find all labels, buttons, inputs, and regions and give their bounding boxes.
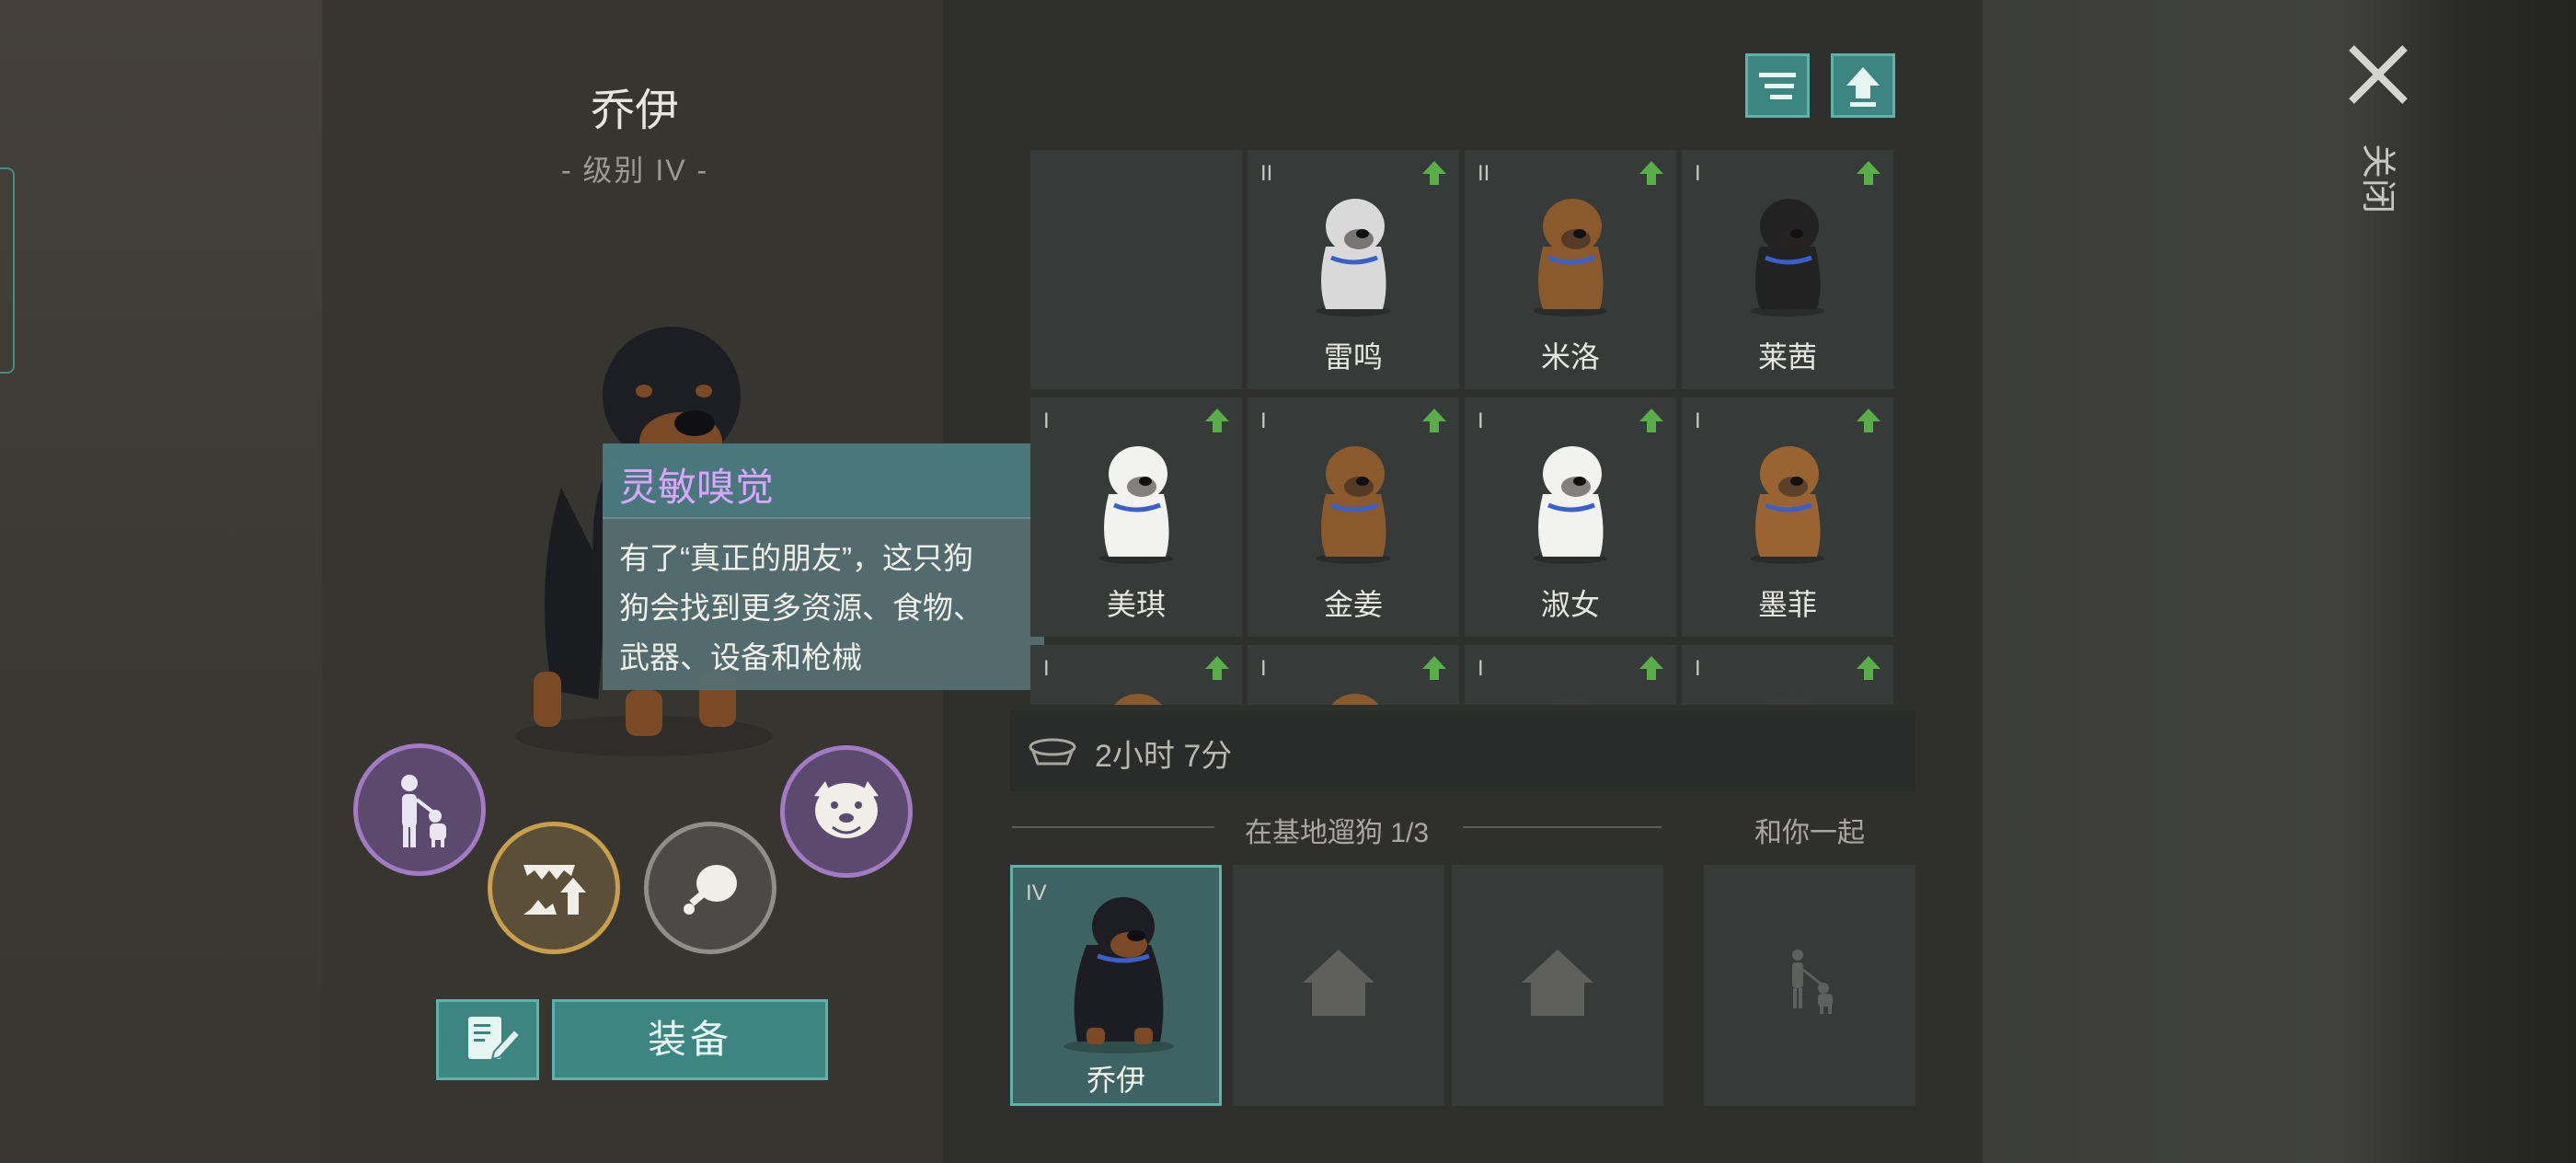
dog-card-name: 雷鸣 xyxy=(1323,340,1383,374)
dog-card-name: 金姜 xyxy=(1323,588,1383,621)
dog-card[interactable]: I 金姜 xyxy=(1248,397,1459,637)
dog-card[interactable]: I 美琪 xyxy=(1030,397,1242,637)
dog-card[interactable]: II 米洛 xyxy=(1465,150,1676,389)
equip-button[interactable]: 装备 xyxy=(552,999,828,1080)
upgrade-available-icon xyxy=(1422,409,1446,432)
upgrade-available-icon xyxy=(1857,161,1880,185)
puppy-thumbnail xyxy=(1114,694,1162,705)
dog-card-level: I xyxy=(1695,161,1701,186)
person-with-dog-icon xyxy=(1792,950,1833,1014)
background-right xyxy=(1983,0,2576,1163)
dog-card[interactable]: I 墨菲 xyxy=(1682,397,1893,637)
upgrade-available-icon xyxy=(1639,161,1663,185)
dog-card-level: I xyxy=(1043,656,1050,681)
puppy-thumbnail xyxy=(1317,446,1390,564)
timer-text: 2小时 7分 xyxy=(1095,739,1233,774)
meat-icon xyxy=(684,865,737,915)
tooltip-title: 灵敏嗅觉 xyxy=(619,466,775,509)
dog-card-level: II xyxy=(1260,161,1273,186)
upgrade-available-icon xyxy=(1422,161,1446,185)
tooltip-line: 狗会找到更多资源、食物、 xyxy=(619,591,983,625)
edit-notes-icon xyxy=(468,1017,522,1061)
sort-icon xyxy=(1759,73,1796,99)
dog-card-name: 莱茜 xyxy=(1757,340,1817,374)
dog-card-level: I xyxy=(1478,656,1484,681)
walk-at-base-label: 在基地遛狗 1/3 xyxy=(1244,818,1430,848)
dog-card[interactable]: I xyxy=(1682,645,1893,705)
sort-button[interactable] xyxy=(1745,53,1810,118)
dog-card-name: 米洛 xyxy=(1540,340,1600,374)
walk-slot-empty[interactable] xyxy=(1233,865,1444,1106)
dog-card-level: I xyxy=(1695,409,1701,433)
fang-upgrade-icon xyxy=(523,865,586,915)
dog-card[interactable]: I 莱茜 xyxy=(1682,150,1893,389)
dog-card-level: I xyxy=(1043,409,1050,433)
dog-card-level: II xyxy=(1478,161,1490,186)
upgrade-arrow-icon xyxy=(1846,67,1880,107)
dog-slot-empty[interactable] xyxy=(1030,150,1242,389)
upgrade-available-icon xyxy=(1639,656,1663,680)
person-with-dog-icon xyxy=(401,775,446,847)
upgrade-available-icon xyxy=(1422,656,1446,680)
puppy-thumbnail xyxy=(1534,446,1607,564)
puppy-thumbnail xyxy=(1765,694,1813,705)
puppy-thumbnail xyxy=(1317,199,1390,317)
close-icon[interactable] xyxy=(2346,42,2410,107)
house-icon xyxy=(1522,950,1593,1016)
dog-card[interactable]: I xyxy=(1030,645,1242,705)
puppy-thumbnail xyxy=(1548,694,1596,705)
dog-card-name: 淑女 xyxy=(1540,588,1600,621)
tooltip-body: 有了“真正的朋友”，这只狗 狗会找到更多资源、食物、 武器、设备和枪械 xyxy=(619,534,1024,683)
puppy-thumbnail xyxy=(1751,199,1824,317)
dog-card-level: I xyxy=(1260,656,1267,681)
slot-level: IV xyxy=(1026,881,1047,905)
puppy-thumbnail xyxy=(1751,446,1824,564)
rottweiler-thumbnail xyxy=(1064,897,1174,1054)
skill-tooltip: 灵敏嗅觉 有了“真正的朋友”，这只狗 狗会找到更多资源、食物、 武器、设备和枪械 xyxy=(603,443,1044,690)
food-timer-bar: 2小时 7分 xyxy=(1010,710,1915,791)
dog-level: - 级别 IV - xyxy=(560,154,709,187)
puppy-thumbnail xyxy=(1534,199,1607,317)
companion-slot[interactable] xyxy=(1704,865,1915,1106)
dog-card-name: 墨菲 xyxy=(1757,588,1817,621)
left-side-tab[interactable] xyxy=(0,167,15,374)
skill-fang-upgrade-button[interactable] xyxy=(488,822,620,954)
skill-walk-button[interactable] xyxy=(353,743,486,876)
walk-slot-empty[interactable] xyxy=(1452,865,1663,1106)
house-icon xyxy=(1303,950,1374,1016)
upgrade-available-icon xyxy=(1639,409,1663,432)
puppy-thumbnail xyxy=(1099,446,1173,564)
tooltip-line: 有了“真正的朋友”，这只狗 xyxy=(619,541,973,575)
with-you-label: 和你一起 xyxy=(1754,818,1865,848)
upgrade-available-icon xyxy=(1857,409,1880,432)
dog-card[interactable]: I 淑女 xyxy=(1465,397,1676,637)
slot-dog-name: 乔伊 xyxy=(1086,1064,1145,1097)
dog-card[interactable]: I xyxy=(1248,645,1459,705)
upgrade-button[interactable] xyxy=(1831,53,1895,118)
upgrade-available-icon xyxy=(1205,656,1229,680)
dog-card-level: I xyxy=(1695,656,1701,681)
walk-slot-active[interactable]: IV 乔伊 xyxy=(1010,865,1222,1106)
dog-card-name: 美琪 xyxy=(1106,588,1166,621)
dog-name: 乔伊 xyxy=(590,86,679,135)
dog-card-level: I xyxy=(1260,409,1267,433)
background-left xyxy=(0,0,322,1163)
tooltip-line: 武器、设备和枪械 xyxy=(619,640,862,674)
dog-face-icon xyxy=(814,781,879,838)
close-label[interactable]: 关闭 xyxy=(2357,144,2398,213)
upgrade-available-icon xyxy=(1205,409,1229,432)
edit-button[interactable] xyxy=(436,999,539,1080)
dog-bowl-icon xyxy=(1029,738,1076,766)
dog-card[interactable]: I xyxy=(1465,645,1676,705)
skill-meat-button[interactable] xyxy=(644,822,776,954)
puppy-thumbnail xyxy=(1331,694,1379,705)
skill-dog-button[interactable] xyxy=(780,745,913,878)
upgrade-available-icon xyxy=(1857,656,1880,680)
dog-card-level: I xyxy=(1478,409,1484,433)
dog-grid: II 雷鸣 II 米洛 I 莱茜 I 美琪 I 金姜 I 淑女 I 墨菲 I I I I xyxy=(1030,150,1895,705)
dog-card[interactable]: II 雷鸣 xyxy=(1248,150,1459,389)
